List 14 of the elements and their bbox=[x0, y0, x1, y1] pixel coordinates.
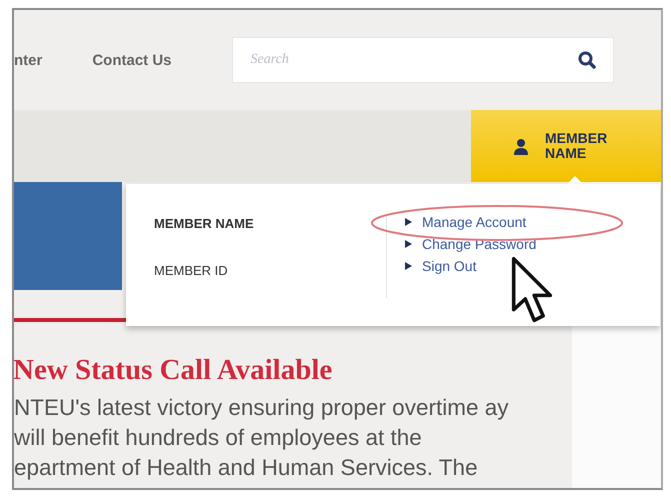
bullet-icon bbox=[405, 262, 412, 270]
member-name: MEMBER NAME bbox=[154, 216, 255, 231]
bullet-icon bbox=[405, 240, 412, 248]
account-link[interactable]: Change Password bbox=[405, 236, 536, 252]
account-link[interactable]: Sign Out bbox=[405, 258, 536, 274]
member-id: MEMBER ID bbox=[154, 263, 229, 278]
user-icon bbox=[513, 138, 529, 154]
nav-link[interactable]: Contact Us bbox=[92, 52, 172, 68]
nav-link[interactable]: nter bbox=[14, 52, 42, 68]
bullet-icon bbox=[405, 218, 412, 226]
search-icon[interactable] bbox=[578, 51, 596, 69]
article-text: NTEU's latest victory ensuring proper overtime ay will benefit hundreds of employees at the epartment of Health and Human Services. The bbox=[14, 394, 510, 482]
member-button[interactable]: MEMBER NAME bbox=[471, 110, 661, 182]
search-field[interactable]: Search bbox=[232, 37, 614, 83]
